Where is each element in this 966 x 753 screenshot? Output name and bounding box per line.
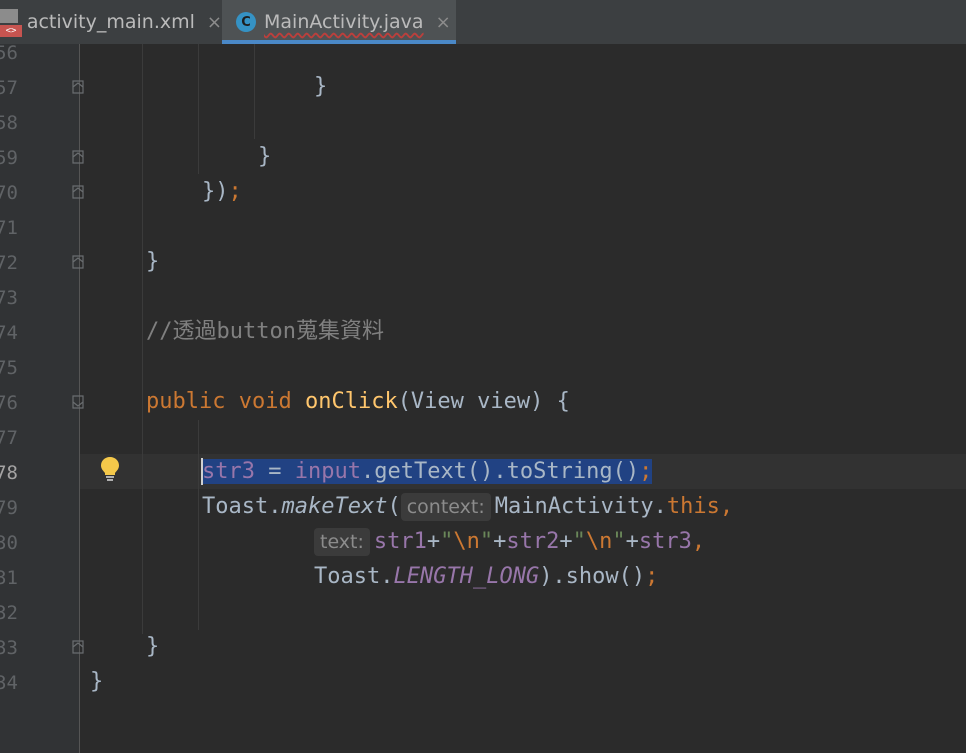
line-number: 58 — [0, 112, 18, 134]
line-number: 75 — [0, 357, 18, 379]
fold-end-icon[interactable] — [72, 640, 84, 654]
xml-file-icon: <> — [0, 7, 22, 37]
line-number: 77 — [0, 427, 18, 449]
line-number: 79 — [0, 497, 18, 519]
line-number: 31 — [0, 567, 18, 589]
code-line[interactable]: } — [90, 667, 103, 697]
fold-end-icon[interactable] — [72, 80, 84, 94]
line-number: 32 — [0, 602, 18, 624]
text-caret — [201, 458, 203, 485]
line-number: 73 — [0, 287, 18, 309]
line-number: 71 — [0, 217, 18, 239]
code-line[interactable]: public void onClick(View view) { — [146, 387, 570, 417]
code-line-selected[interactable]: str3 = input.getText().toString(); — [202, 457, 653, 487]
active-tab-indicator — [222, 40, 456, 44]
code-line[interactable]: } — [258, 142, 271, 172]
java-class-icon: C — [236, 12, 256, 32]
close-icon[interactable]: × — [207, 12, 222, 33]
tab-activity-main-xml[interactable]: <> activity_main.xml × — [0, 0, 222, 44]
code-line[interactable]: } — [146, 247, 159, 277]
tab-main-activity-java[interactable]: C MainActivity.java × — [222, 0, 456, 44]
code-line[interactable]: Toast.LENGTH_LONG).show(); — [314, 562, 658, 592]
tab-label: MainActivity.java — [264, 11, 424, 33]
line-number: 76 — [0, 392, 18, 414]
code-line[interactable]: } — [314, 72, 327, 102]
code-line[interactable]: }); — [202, 177, 242, 207]
fold-end-icon[interactable] — [72, 150, 84, 164]
line-number: 72 — [0, 252, 18, 274]
fold-start-icon[interactable] — [72, 395, 84, 409]
editor-tab-bar: <> activity_main.xml × C MainActivity.ja… — [0, 0, 966, 44]
line-number: 30 — [0, 532, 18, 554]
line-number: 56 — [0, 42, 18, 64]
line-number: 70 — [0, 182, 18, 204]
indent-guide — [254, 44, 255, 139]
code-comment[interactable]: //透過button蒐集資料 — [146, 317, 384, 347]
line-number: 33 — [0, 637, 18, 659]
line-number: 57 — [0, 77, 18, 99]
lightbulb-icon[interactable] — [100, 456, 120, 486]
code-line[interactable]: } — [146, 632, 159, 662]
fold-end-icon[interactable] — [72, 255, 84, 269]
code-line[interactable]: Toast.makeText(context: MainActivity.this… — [202, 492, 733, 522]
close-icon[interactable]: × — [436, 12, 451, 33]
code-line[interactable]: text: str1+"\n"+str2+"\n"+str3, — [314, 527, 705, 557]
line-number: 78 — [0, 462, 18, 484]
tab-label: activity_main.xml — [26, 11, 195, 33]
line-number: 59 — [0, 147, 18, 169]
line-number: 34 — [0, 672, 18, 694]
fold-end-icon[interactable] — [72, 185, 84, 199]
parameter-hint: text: — [314, 528, 370, 556]
indent-guide — [142, 44, 143, 634]
line-number: 74 — [0, 322, 18, 344]
indent-guide — [198, 44, 199, 174]
indent-guide — [198, 420, 199, 630]
parameter-hint: context: — [400, 493, 491, 521]
